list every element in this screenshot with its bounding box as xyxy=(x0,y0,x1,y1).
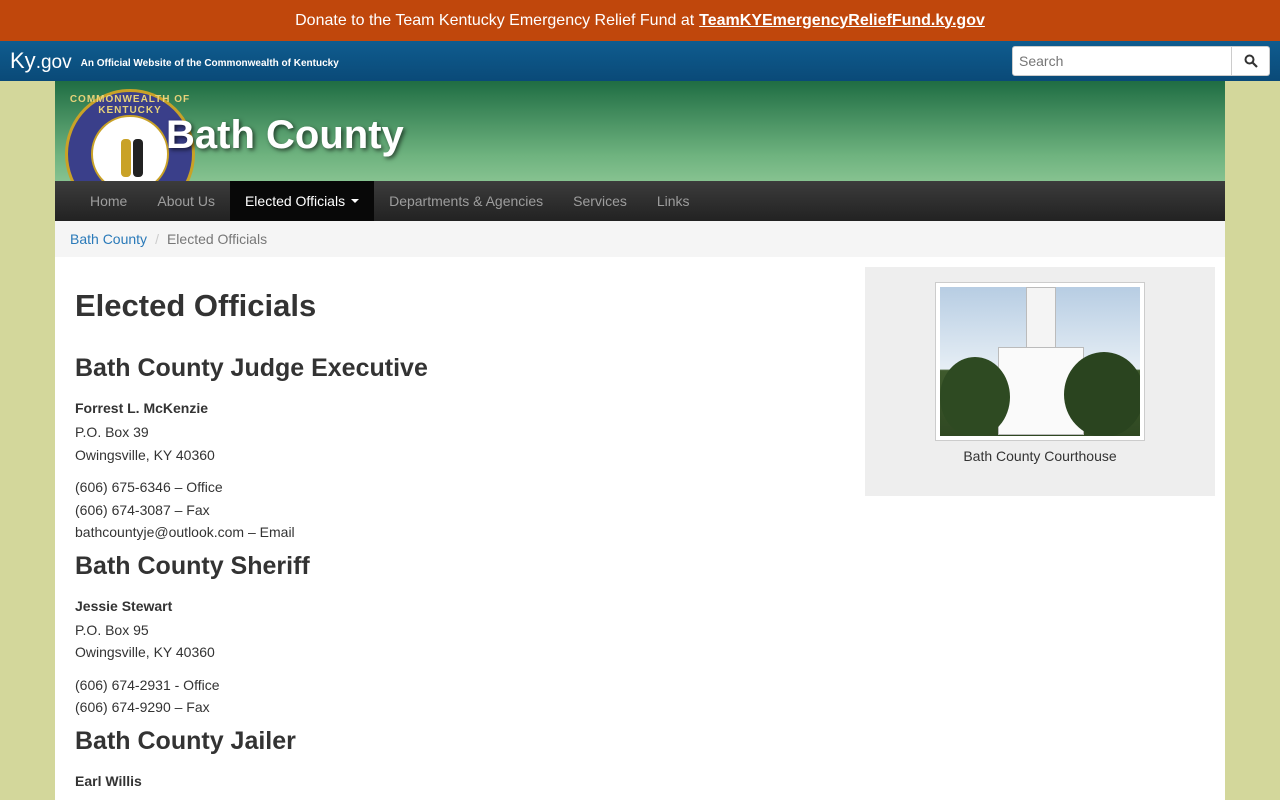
courthouse-photo[interactable] xyxy=(935,282,1145,441)
donate-text: Donate to the Team Kentucky Emergency Re… xyxy=(295,11,695,29)
official-name: Jessie Stewart xyxy=(75,597,173,614)
page-container: COMMONWEALTH OF KENTUCKY Bath County Hom… xyxy=(55,81,1225,800)
seal-figure-left xyxy=(121,139,131,177)
nav-about-us[interactable]: About Us xyxy=(142,181,230,221)
nav-links[interactable]: Links xyxy=(642,181,705,221)
sidebar-panel: Bath County Courthouse xyxy=(865,267,1215,496)
official-name: Earl Willis xyxy=(75,772,142,789)
official-section: Bath County Judge Executive Forrest L. M… xyxy=(75,354,835,544)
breadcrumb: Bath County / Elected Officials xyxy=(55,221,1225,257)
nav-services[interactable]: Services xyxy=(558,181,642,221)
search-form xyxy=(1012,46,1270,76)
section-heading: Bath County Jailer xyxy=(75,726,296,755)
page-title: Elected Officials xyxy=(75,288,317,323)
nav-home[interactable]: Home xyxy=(75,181,142,221)
site-title[interactable]: Bath County xyxy=(166,113,404,158)
seal-figure-right xyxy=(133,139,143,177)
address-line: Owingsville, KY 40360 xyxy=(75,644,215,660)
kygov-logo-main: Ky xyxy=(10,48,36,73)
tree-right xyxy=(1064,352,1140,436)
contact-line: bathcountyje@outlook.com – Email xyxy=(75,524,295,540)
kygov-logo-suffix: .gov xyxy=(35,52,72,73)
breadcrumb-separator: / xyxy=(155,231,159,247)
breadcrumb-current: Elected Officials xyxy=(166,231,268,247)
contact-line: (606) 674-3087 – Fax xyxy=(75,501,210,518)
official-name: Forrest L. McKenzie xyxy=(75,400,209,416)
caret-down-icon xyxy=(351,199,360,203)
breadcrumb-home-link[interactable]: Bath County xyxy=(70,231,147,247)
address-line: Owingsville, KY 40360 xyxy=(75,446,215,463)
main-nav: Home About Us Elected Officials Departme… xyxy=(55,181,1225,221)
nav-elected-officials-label: Elected Officials xyxy=(244,193,346,209)
tree-left xyxy=(940,357,1010,436)
nav-departments-agencies[interactable]: Departments & Agencies xyxy=(374,181,558,221)
nav-elected-officials[interactable]: Elected Officials xyxy=(229,181,375,221)
search-button[interactable] xyxy=(1232,46,1270,76)
search-icon xyxy=(1244,54,1258,68)
address-line: P.O. Box 95 xyxy=(75,621,149,638)
contact-line: (606) 674-2931 - Office xyxy=(75,676,220,693)
kygov-bar: Ky.gov An Official Website of the Common… xyxy=(0,41,1280,81)
contact-line: (606) 674-9290 – Fax xyxy=(75,699,210,715)
seal-center xyxy=(91,115,169,181)
courthouse-image xyxy=(940,287,1140,436)
main-content: Elected Officials Bath County Judge Exec… xyxy=(75,278,835,794)
county-banner: COMMONWEALTH OF KENTUCKY Bath County xyxy=(55,81,1225,181)
kygov-logo[interactable]: Ky.gov xyxy=(10,48,72,74)
section-heading: Bath County Sheriff xyxy=(75,551,310,580)
contact-line: (606) 675-6346 – Office xyxy=(75,479,223,495)
donate-link[interactable]: TeamKYEmergencyReliefFund.ky.gov xyxy=(699,12,985,30)
donate-banner: Donate to the Team Kentucky Emergency Re… xyxy=(0,0,1280,41)
official-section: Bath County Jailer Earl Willis xyxy=(75,727,835,789)
address-line: P.O. Box 39 xyxy=(75,424,149,440)
kygov-tagline: An Official Website of the Commonwealth … xyxy=(80,57,339,69)
section-heading: Bath County Judge Executive xyxy=(75,354,428,382)
photo-caption: Bath County Courthouse xyxy=(963,448,1117,464)
official-section: Bath County Sheriff Jessie Stewart P.O. … xyxy=(75,552,835,719)
search-input[interactable] xyxy=(1012,46,1232,76)
